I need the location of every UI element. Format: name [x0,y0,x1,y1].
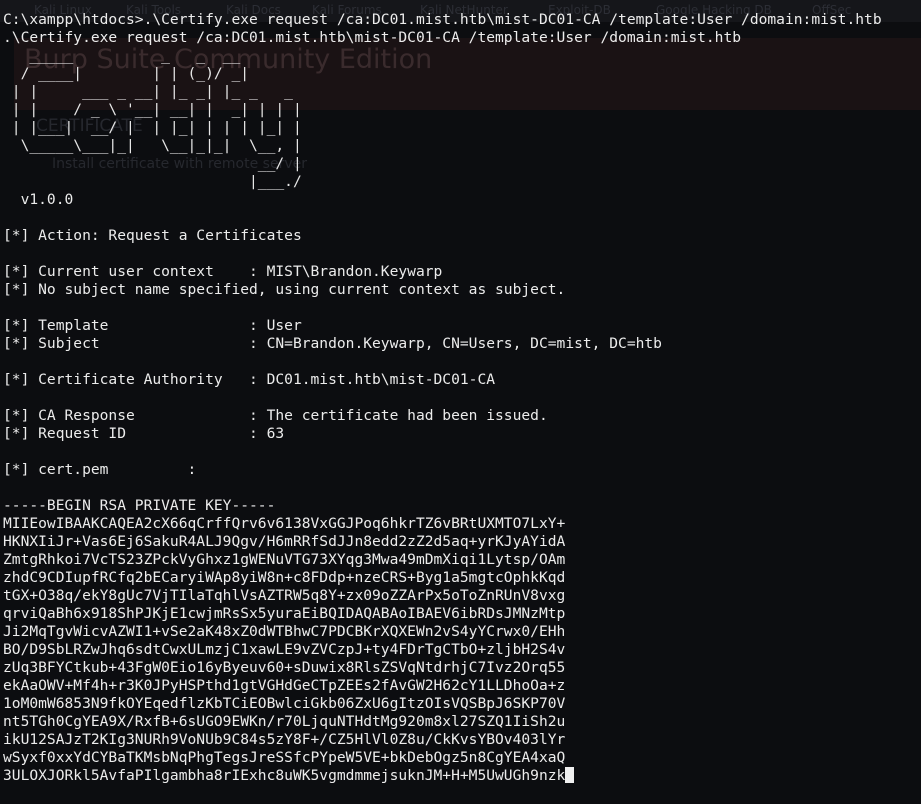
key-line: zhdC9CDIupfRCfq2bECaryiWAp8yiW8n+c8FDdp+… [3,569,566,586]
status-line: [*] cert.pem : [3,461,197,478]
banner-line: __/ | [3,155,302,172]
command-output: [*] Action: Request a Certificates [*] Cu… [3,209,921,785]
prompt-line: C:\xampp\htdocs>.\Certify.exe request /c… [3,11,882,28]
key-line: MIIEowIBAAKCAQEA2cX66qCrffQrv6v6138VxGGJ… [3,515,566,532]
key-line: -----BEGIN RSA PRIVATE KEY----- [3,497,276,514]
version-line: v1.0.0 [3,191,74,208]
banner-line: \_____\___|_| \__|_|_| \__, | [3,137,302,154]
terminal-window[interactable]: Kali Linux Kali Tools Kali Docs Kali For… [0,0,921,804]
key-line: nt5TGh0CgYEA9X/RxfB+6sUGO9EWKn/r70LjquNT… [3,713,566,730]
status-line: [*] No subject name specified, using cur… [3,281,566,298]
banner-line: / ____| | | (_)/ _| [3,65,250,82]
status-line: [*] Request ID : 63 [3,425,285,442]
banner-line: |___./ [3,173,302,190]
key-line: BO/D9SbLRZwJhq6sdtCwxULmzjC1xawLE9vZVCzp… [3,641,566,658]
terminal-output: C:\xampp\htdocs>.\Certify.exe request /c… [3,11,921,785]
text-cursor [565,767,575,783]
status-line: [*] Template : User [3,317,302,334]
status-line: [*] Subject : CN=Brandon.Keywarp, CN=Use… [3,335,662,352]
key-line: wSyxf0xxYdCYBaTKMsbNqPhgTegsJreSSfcPYpeW… [3,749,566,766]
banner-line: | |___| __/ | | |_| | | | |_| | [3,119,302,136]
key-line: ikU12SAJzT2KIg3NURh9VoNUb9C84s5zY8F+/CZ5… [3,731,566,748]
banner-line: | | ___ _ __| |_ _| |_ _ _ [3,83,293,100]
key-line: ZmtgRhkoi7VcTS23ZPckVyGhxz1gWENuVTG73XYq… [3,551,566,568]
status-line: [*] CA Response : The certificate had be… [3,407,548,424]
command-line: .\Certify.exe request /ca:DC01.mist.htb\… [3,29,742,46]
key-line: qrviQaBh6x918ShPJKjE1cwjmRsSx5yuraEiBQID… [3,605,566,622]
ascii-banner: _____ _ _ __ / ____| | | (_)/ _| | | ___… [3,47,921,191]
key-line: 1oM0mW6853N9fkOYEqedflzKbTCiEOBwlciGkb06… [3,695,566,712]
status-line: [*] Certificate Authority : DC01.mist.ht… [3,371,496,388]
banner-line: | | / _ \ '__| __| | _| | | | [3,101,302,118]
key-line: zUq3BFYCtkub+43FgW0Eio16yByeuv60+sDuwix8… [3,659,566,676]
key-line: HKNXIiJr+Vas6Ej6SakuR4ALJ9Qgv/H6mRRfSdJJ… [3,533,566,550]
key-line: tGX+O38q/ekY8gUc7VjTIlaTqhlVsAZTRW5q8Y+z… [3,587,566,604]
key-line: Ji2MqTgvWicvAZWI1+vSe2aK48xZ0dWTBhwC7PDC… [3,623,566,640]
status-line: [*] Current user context : MIST\Brandon.… [3,263,443,280]
banner-line: _____ _ _ __ [3,47,241,64]
key-line-text: 3ULOXJORkl5AvfaPIlgambha8rIExhc8uWK5vgmd… [3,767,566,784]
status-line: [*] Action: Request a Certificates [3,227,302,244]
key-line: 3ULOXJORkl5AvfaPIlgambha8rIExhc8uWK5vgmd… [3,767,921,785]
key-line: ekAaOWV+Mf4h+r3K0JPyHSPthd1gtVGHdGeCTpZE… [3,677,566,694]
